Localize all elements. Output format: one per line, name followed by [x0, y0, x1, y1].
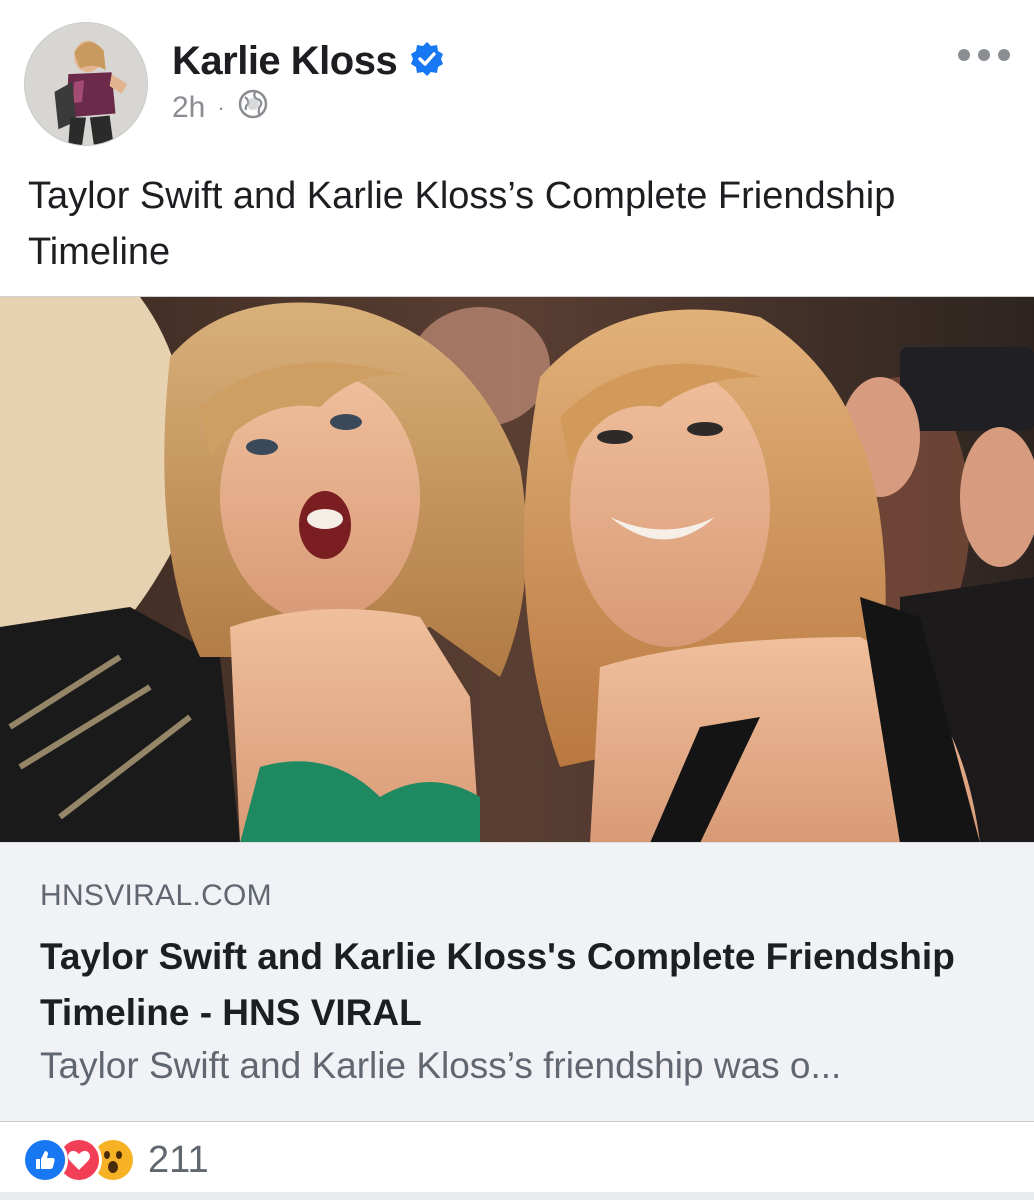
post-caption: Taylor Swift and Karlie Kloss’s Complete…: [28, 175, 896, 273]
photo-illustration: [0, 297, 1034, 843]
meta-separator: ·: [217, 95, 225, 120]
author-avatar[interactable]: [24, 22, 148, 146]
link-description: Taylor Swift and Karlie Kloss’s friendsh…: [40, 1045, 842, 1086]
link-preview[interactable]: HNSVIRAL.COM Taylor Swift and Karlie Klo…: [0, 842, 1034, 1122]
author-name[interactable]: Karlie Kloss: [172, 39, 398, 84]
globe-icon[interactable]: [237, 88, 269, 128]
link-domain: HNSVIRAL.COM: [40, 879, 272, 912]
post-meta: 2h ·: [172, 88, 269, 128]
more-dot: [998, 49, 1010, 61]
post-header: Karlie Kloss 2h ·: [0, 0, 1034, 160]
verified-badge-icon: [397, 41, 445, 82]
post-card: Karlie Kloss 2h · Taylor Swift and Karli…: [0, 0, 1034, 1200]
post-timestamp[interactable]: 2h: [172, 91, 205, 125]
more-dot: [978, 49, 990, 61]
link-title[interactable]: Taylor Swift and Karlie Kloss's Complete…: [40, 929, 1000, 1041]
avatar-image: [25, 23, 147, 145]
post-image[interactable]: [0, 296, 1034, 843]
more-dot: [958, 49, 970, 61]
like-reaction-icon: [22, 1137, 68, 1183]
reactions-summary[interactable]: 211: [22, 1136, 209, 1184]
reaction-count[interactable]: 211: [148, 1139, 209, 1182]
divider: [0, 1192, 1034, 1200]
more-options-icon[interactable]: [958, 42, 1010, 68]
author-name-row: Karlie Kloss: [172, 36, 445, 86]
